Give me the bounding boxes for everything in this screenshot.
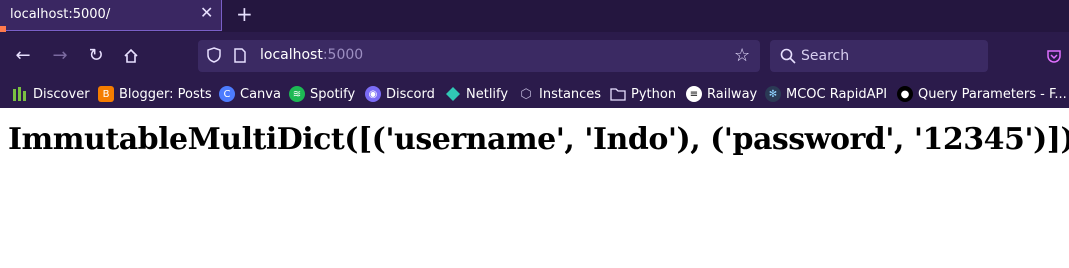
address-bar[interactable]: localhost:5000 ☆ [198,40,760,72]
tab-title: localhost:5000/ [10,7,111,22]
bookmark-railway[interactable]: ≡ Railway [686,83,757,105]
bookmark-netlify[interactable]: Netlify [445,83,508,105]
bookmark-instances[interactable]: ⬡ Instances [518,83,601,105]
form-output-text: ImmutableMultiDict([('username', 'Indo')… [8,122,1069,157]
browser-chrome: localhost:5000/ ✕ + ← → ↻ localhost:5000… [0,0,1069,108]
url-host: localhost [260,47,323,63]
rapidapi-icon: ✻ [765,86,781,102]
bookmark-label: Discord [386,86,435,102]
navigation-toolbar: ← → ↻ localhost:5000 ☆ Search [0,32,1069,80]
bookmark-label: Python [631,86,677,102]
netlify-icon [445,86,461,102]
bookmark-rapidapi[interactable]: ✻ MCOC RapidAPI [765,83,887,105]
home-icon[interactable] [120,45,142,67]
instances-icon: ⬡ [520,86,532,102]
url-text[interactable]: localhost:5000 [260,47,363,63]
search-placeholder: Search [801,48,850,64]
blogger-icon: B [98,86,114,102]
spotify-icon: ≋ [289,86,305,102]
bookmark-blogger[interactable]: B Blogger: Posts [98,83,212,105]
discover-icon [12,86,28,102]
bookmark-label: Railway [707,86,758,102]
page-icon[interactable] [234,48,246,63]
bookmark-spotify[interactable]: ≋ Spotify [289,83,355,105]
bookmark-star-icon[interactable]: ☆ [734,45,750,66]
shield-icon[interactable] [207,47,221,63]
reload-icon[interactable]: ↻ [85,45,107,67]
url-port: :5000 [322,47,364,63]
back-icon[interactable]: ← [12,45,34,67]
new-tab-icon[interactable]: + [236,3,253,25]
query-params-icon: ● [897,86,913,102]
bookmark-canva[interactable]: C Canva [219,83,281,105]
railway-icon: ≡ [686,86,702,102]
active-tab[interactable]: localhost:5000/ ✕ [0,0,222,31]
bookmark-label: Instances [539,86,602,102]
folder-icon [610,86,626,102]
bookmark-discord[interactable]: ◉ Discord [365,83,435,105]
bookmark-python[interactable]: Python [610,83,676,105]
bookmark-label: MCOC RapidAPI [786,86,888,102]
close-tab-icon[interactable]: ✕ [200,4,213,22]
discord-icon: ◉ [365,86,381,102]
canva-icon: C [219,86,235,102]
bookmark-discover[interactable]: Discover [12,83,90,105]
bookmark-label: Blogger: Posts [119,86,212,102]
search-icon [780,48,796,64]
search-box[interactable]: Search [770,40,988,72]
page-content: ImmutableMultiDict([('username', 'Indo')… [0,108,1069,268]
forward-icon[interactable]: → [49,45,71,67]
tab-strip: localhost:5000/ ✕ + [0,0,1069,32]
bookmark-query-parameters[interactable]: ● Query Parameters - F... [897,83,1067,105]
bookmark-label: Query Parameters - F... [918,86,1067,102]
bookmark-label: Netlify [466,86,509,102]
bookmarks-toolbar: Discover B Blogger: Posts C Canva ≋ Spot… [0,80,1069,108]
bookmark-label: Discover [33,86,90,102]
bookmark-label: Canva [240,86,281,102]
pocket-icon[interactable] [1046,48,1062,64]
bookmark-label: Spotify [310,86,356,102]
